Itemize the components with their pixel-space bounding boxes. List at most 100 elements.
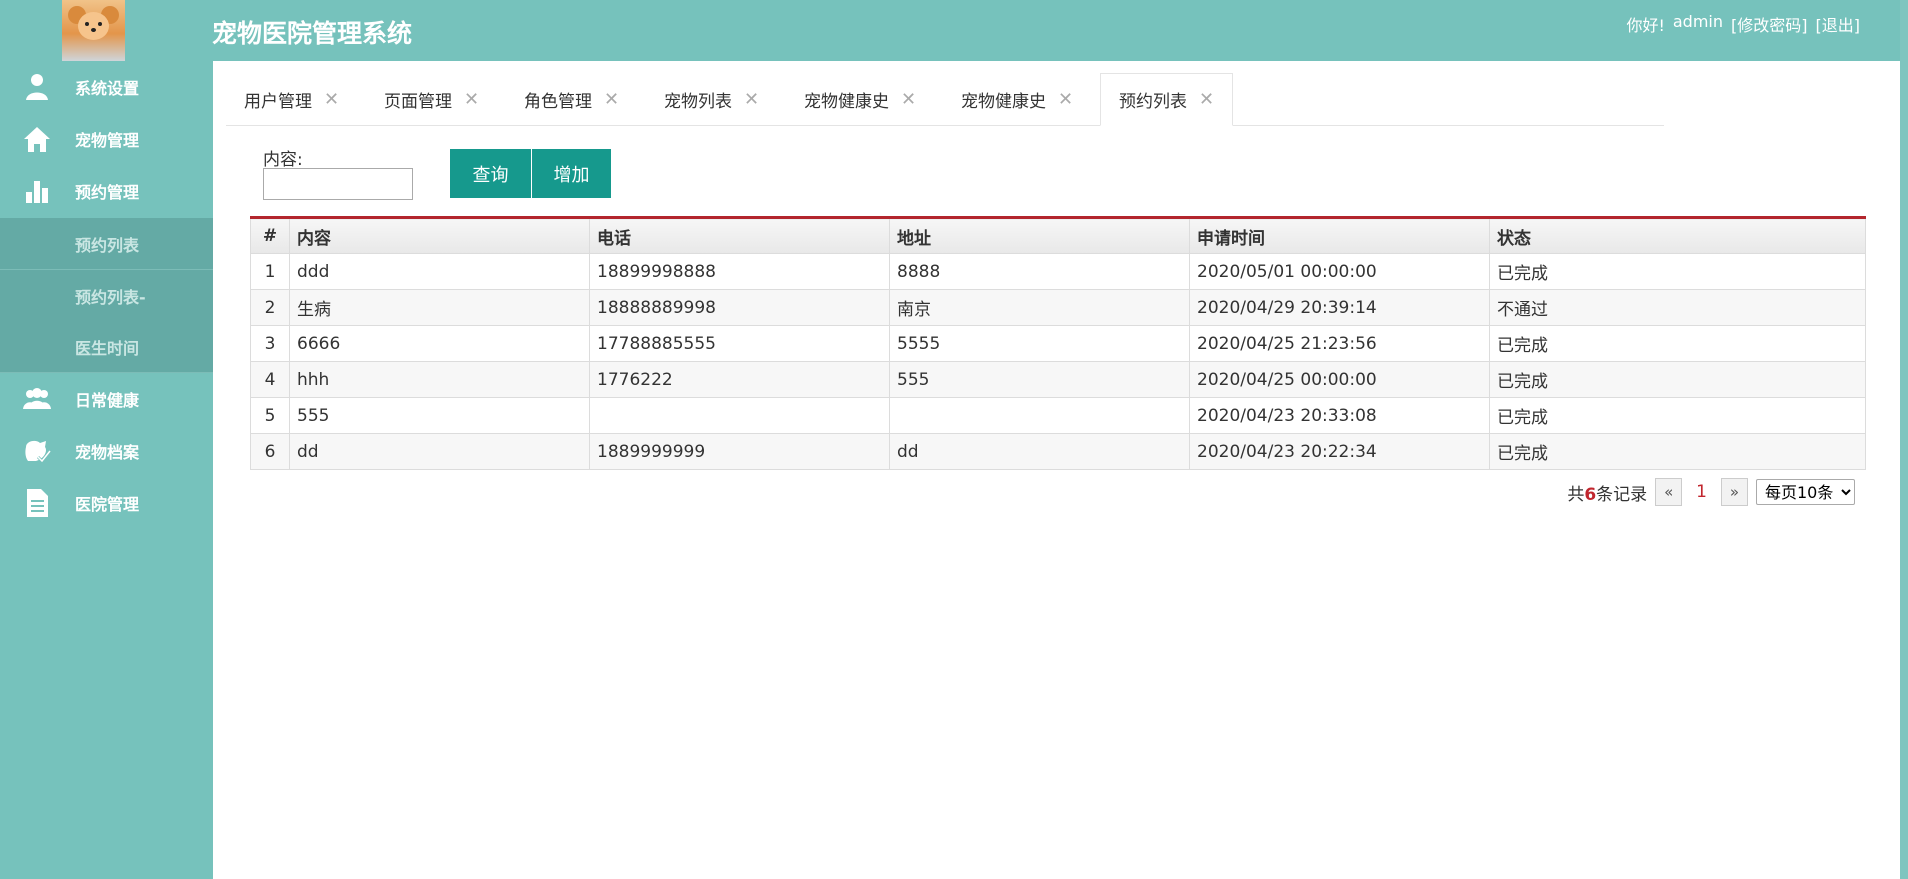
search-label: 内容: [263, 150, 303, 170]
tab-role-management[interactable]: 角色管理 ✕ [524, 73, 619, 125]
table-cell: 18888889998 [589, 289, 890, 326]
table-cell: 1776222 [589, 361, 890, 398]
avatar [62, 0, 125, 61]
table-cell: dd [889, 433, 1190, 470]
column-header: 地址 [889, 217, 1190, 254]
table-cell: 6 [250, 433, 290, 470]
table-cell: 已完成 [1489, 253, 1866, 290]
logout-link[interactable]: [退出] [1816, 12, 1861, 36]
sidebar-subitem-appointment-list-2[interactable]: 预约列表- [0, 270, 213, 322]
table-cell: 2 [250, 289, 290, 326]
group-icon [22, 384, 52, 414]
column-header: 电话 [589, 217, 890, 254]
user-settings-icon [22, 72, 52, 102]
tab-user-management[interactable]: 用户管理 ✕ [244, 73, 339, 125]
content-search-input[interactable] [263, 168, 413, 200]
column-header: 申请时间 [1189, 217, 1490, 254]
table-row[interactable]: 1 ddd 18899998888 8888 2020/05/01 00:00:… [250, 253, 1866, 290]
home-icon [22, 124, 52, 154]
table-cell: 2020/04/23 20:33:08 [1189, 397, 1490, 434]
record-count: 共6条记录 [1567, 484, 1648, 505]
close-icon[interactable]: ✕ [1199, 89, 1214, 110]
table-cell: 已完成 [1489, 397, 1866, 434]
sidebar-item-hospital-management[interactable]: 医院管理 [0, 477, 213, 529]
page-number-1[interactable]: 1 [1690, 482, 1713, 502]
column-header: 状态 [1489, 217, 1866, 254]
add-button[interactable]: 增加 [532, 149, 611, 198]
greeting: 你好! [1626, 16, 1665, 35]
table-cell: 3 [250, 325, 290, 362]
table-cell: 4 [250, 361, 290, 398]
top-bar: 宠物医院管理系统 你好! admin [修改密码] [退出] [0, 0, 1900, 61]
table-cell: 不通过 [1489, 289, 1866, 326]
prev-page-button[interactable]: « [1655, 478, 1683, 506]
table-cell: 生病 [289, 289, 590, 326]
tab-pet-health-history-2[interactable]: 宠物健康史 ✕ [961, 73, 1073, 125]
pet-check-icon [22, 436, 52, 466]
query-button[interactable]: 查询 [450, 149, 531, 198]
table-cell [589, 397, 890, 434]
username: admin [1672, 12, 1723, 31]
column-header: 内容 [289, 217, 590, 254]
table-cell: 8888 [889, 253, 1190, 290]
close-icon[interactable]: ✕ [901, 89, 916, 110]
table-cell: 已完成 [1489, 361, 1866, 398]
table-cell: 5555 [889, 325, 1190, 362]
page-scrollbar[interactable] [1900, 0, 1908, 879]
tab-page-management[interactable]: 页面管理 ✕ [384, 73, 479, 125]
column-header: # [250, 217, 290, 254]
sidebar-item-system-settings[interactable]: 系统设置 [0, 61, 213, 113]
table-row[interactable]: 4 hhh 1776222 555 2020/04/25 00:00:00 已完… [250, 361, 1866, 398]
table-row[interactable]: 6 dd 1889999999 dd 2020/04/23 20:22:34 已… [250, 433, 1866, 470]
bar-chart-icon [22, 176, 52, 206]
table-cell: 南京 [889, 289, 1190, 326]
appointment-table: # 内容 电话 地址 申请时间 状态 1 ddd 18899998888 888… [250, 216, 1866, 470]
close-icon[interactable]: ✕ [464, 89, 479, 110]
table-row[interactable]: 3 6666 17788885555 5555 2020/04/25 21:23… [250, 325, 1866, 362]
sidebar-item-appointment-management[interactable]: 预约管理 [0, 165, 213, 217]
table-cell: 1889999999 [589, 433, 890, 470]
sidebar-item-pet-management[interactable]: 宠物管理 [0, 113, 213, 165]
tab-bar: 用户管理 ✕ 页面管理 ✕ 角色管理 ✕ 宠物列表 ✕ 宠物健康史 ✕ 宠物健康史 ✕ 预约… [226, 73, 1664, 126]
table-cell: 2020/05/01 00:00:00 [1189, 253, 1490, 290]
change-password-link[interactable]: [修改密码] [1731, 12, 1808, 36]
user-area: 你好! admin [修改密码] [退出] [1626, 12, 1860, 36]
table-cell: dd [289, 433, 590, 470]
table-cell: 2020/04/25 00:00:00 [1189, 361, 1490, 398]
table-cell [889, 397, 1190, 434]
next-page-button[interactable]: » [1721, 478, 1748, 506]
sidebar-subitem-appointment-list[interactable]: 预约列表 [0, 218, 213, 270]
table-cell: 已完成 [1489, 433, 1866, 470]
table-cell: 18899998888 [589, 253, 890, 290]
table-cell: 17788885555 [589, 325, 890, 362]
table-cell: 2020/04/29 20:39:14 [1189, 289, 1490, 326]
table-cell: 2020/04/23 20:22:34 [1189, 433, 1490, 470]
tab-pet-health-history[interactable]: 宠物健康史 ✕ [804, 73, 916, 125]
table-cell: 2020/04/25 21:23:56 [1189, 325, 1490, 362]
sidebar: 系统设置 宠物管理 预约管理 预约列表 预约列表- 医生时间 日常健康 宠物档案 [0, 61, 213, 879]
close-icon[interactable]: ✕ [1058, 89, 1073, 110]
table-cell: hhh [289, 361, 590, 398]
table-cell: 555 [289, 397, 590, 434]
sidebar-subitem-doctor-time[interactable]: 医生时间 [0, 321, 213, 373]
pagination: 共6条记录 « 1 » 每页10条 [1567, 478, 1855, 506]
tab-appointment-list[interactable]: 预约列表 ✕ [1100, 73, 1234, 126]
tab-pet-list[interactable]: 宠物列表 ✕ [664, 73, 759, 125]
sidebar-item-daily-health[interactable]: 日常健康 [0, 373, 213, 425]
table-row[interactable]: 5 555 2020/04/23 20:33:08 已完成 [250, 397, 1866, 434]
table-cell: ddd [289, 253, 590, 290]
table-cell: 5 [250, 397, 290, 434]
close-icon[interactable]: ✕ [744, 89, 759, 110]
close-icon[interactable]: ✕ [604, 89, 619, 110]
table-cell: 6666 [289, 325, 590, 362]
app-title: 宠物医院管理系统 [212, 19, 413, 48]
table-cell: 已完成 [1489, 325, 1866, 362]
table-cell: 1 [250, 253, 290, 290]
table-cell: 555 [889, 361, 1190, 398]
sidebar-item-pet-records[interactable]: 宠物档案 [0, 425, 213, 477]
table-row[interactable]: 2 生病 18888889998 南京 2020/04/29 20:39:14 … [250, 289, 1866, 326]
close-icon[interactable]: ✕ [324, 89, 339, 110]
page-size-select[interactable]: 每页10条 [1756, 479, 1855, 505]
table-header-row: # 内容 电话 地址 申请时间 状态 [250, 217, 1866, 254]
document-icon [22, 488, 52, 518]
